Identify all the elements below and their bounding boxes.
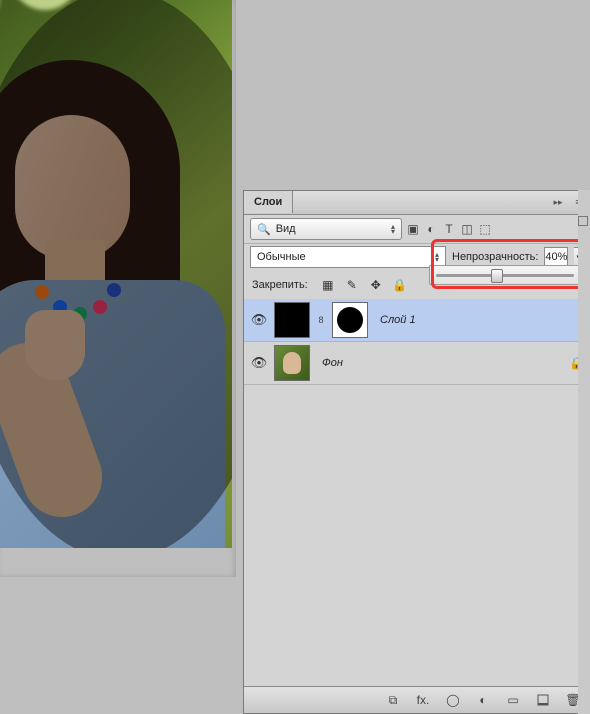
layers-list: 👁 8 Слой 1 👁 Фон 🔒 (244, 299, 589, 687)
layer-row[interactable]: 👁 Фон 🔒 (244, 342, 589, 385)
lock-all-icon[interactable]: 🔒 (392, 277, 408, 293)
collapse-icon[interactable]: ▸▸ (551, 195, 565, 209)
opacity-slider[interactable] (429, 265, 581, 285)
mask-link-icon[interactable]: 8 (316, 315, 326, 325)
search-icon: 🔍 (257, 223, 271, 236)
filter-smart-icon[interactable]: ⬚ (478, 222, 492, 236)
filter-adjust-icon[interactable]: ◐ (424, 222, 438, 236)
filter-pixel-icon[interactable]: ▣ (406, 222, 420, 236)
layer-row[interactable]: 👁 8 Слой 1 (244, 299, 589, 342)
layer-name[interactable]: Слой 1 (380, 314, 583, 326)
select-arrows-icon: ▴▾ (435, 252, 439, 262)
fx-icon[interactable]: fx. (415, 692, 431, 708)
adjustment-layer-icon[interactable]: ◐ (475, 692, 491, 708)
collapsed-sidebar[interactable] (578, 190, 590, 714)
visibility-icon[interactable]: 👁 (250, 354, 268, 372)
slider-thumb[interactable] (491, 269, 503, 283)
workspace: Слои ▸▸ ≡ 🔍 Вид ▴▾ ▣ ◐ T ◫ ⬚ Обычные ▴▾ … (0, 0, 590, 714)
layer-thumbnail[interactable] (274, 302, 310, 338)
empty-panel-area (236, 0, 590, 190)
blend-mode-select[interactable]: Обычные ▴▾ (250, 246, 446, 268)
mask-thumbnail[interactable] (332, 302, 368, 338)
select-arrows-icon: ▴▾ (391, 224, 395, 234)
canvas-area (0, 0, 236, 577)
blend-mode-value: Обычные (257, 251, 306, 263)
lock-pixels-icon[interactable]: ✎ (344, 277, 360, 293)
slider-track (436, 274, 574, 277)
lock-label: Закрепить: (252, 279, 308, 291)
panel-footer: ⧉ fx. ◯ ◐ ▭ 🗑 (244, 686, 589, 713)
filter-text-icon[interactable]: T (442, 222, 456, 236)
vignette-overlay (0, 0, 232, 548)
layers-tab[interactable]: Слои (244, 191, 293, 213)
new-layer-icon[interactable] (535, 692, 551, 708)
visibility-icon[interactable]: 👁 (250, 311, 268, 329)
filter-type-select[interactable]: 🔍 Вид ▴▾ (250, 218, 402, 240)
filter-label: Вид (276, 223, 296, 235)
filter-row: 🔍 Вид ▴▾ ▣ ◐ T ◫ ⬚ (244, 215, 589, 244)
lock-position-icon[interactable]: ✥ (368, 277, 384, 293)
document-canvas[interactable] (0, 0, 232, 548)
add-mask-icon[interactable]: ◯ (445, 692, 461, 708)
panel-tab-bar: Слои ▸▸ ≡ (244, 191, 589, 215)
lock-transparency-icon[interactable]: ▦ (320, 277, 336, 293)
filter-shape-icon[interactable]: ◫ (460, 222, 474, 236)
layer-thumbnail[interactable] (274, 345, 310, 381)
link-layers-icon[interactable]: ⧉ (385, 692, 401, 708)
layer-name[interactable]: Фон (322, 357, 563, 369)
opacity-input[interactable]: 40% (544, 247, 568, 267)
opacity-label: Непрозрачность: (452, 251, 538, 263)
layers-panel: Слои ▸▸ ≡ 🔍 Вид ▴▾ ▣ ◐ T ◫ ⬚ Обычные ▴▾ … (243, 190, 590, 714)
sidebar-marker-icon (578, 216, 588, 226)
new-group-icon[interactable]: ▭ (505, 692, 521, 708)
